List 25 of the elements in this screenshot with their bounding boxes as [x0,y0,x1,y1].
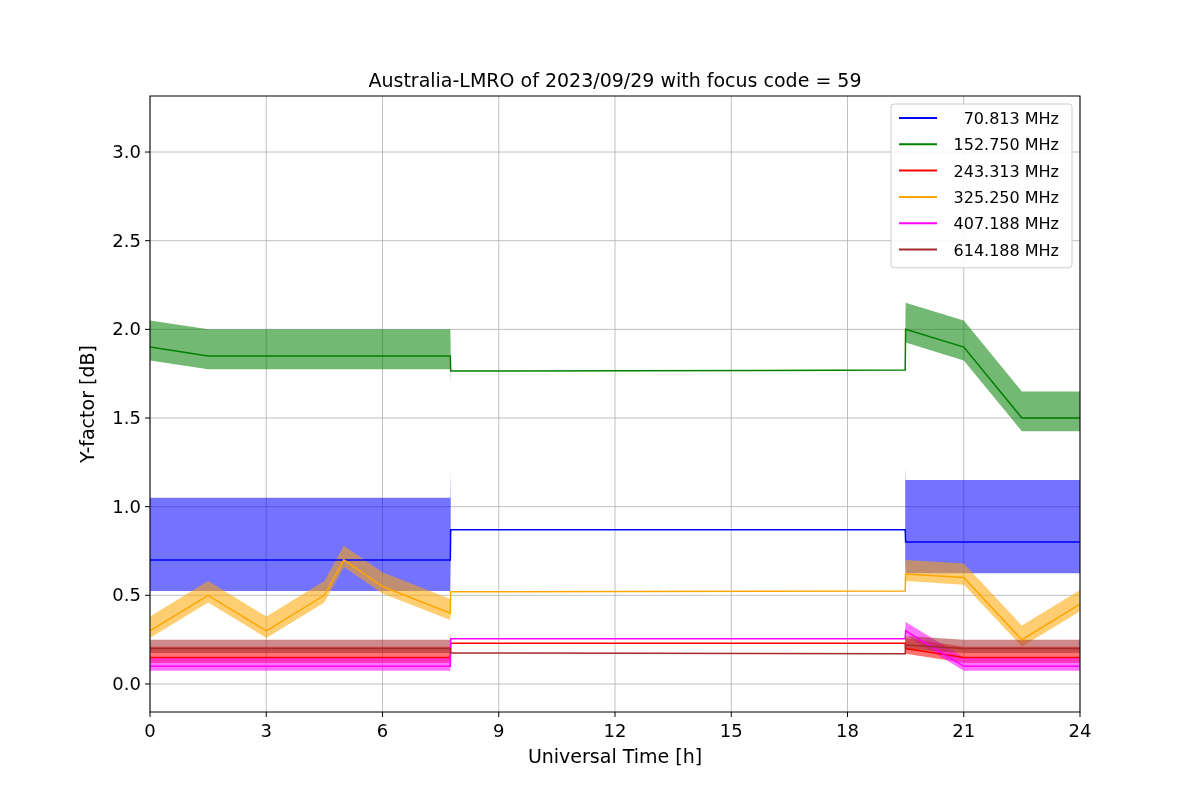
legend-label: 325.250 MHz [953,187,1059,207]
legend-label: 407.188 MHz [953,214,1059,234]
y-tick-label: 2.0 [112,318,141,340]
x-tick-label: 0 [144,720,156,741]
chart-title: Australia-LMRO of 2023/09/29 with focus code = 59 [368,69,862,91]
y-tick-label: 1.5 [112,407,141,428]
legend-label: 243.313 MHz [953,161,1059,181]
x-axis-label: Universal Time [h] [527,745,703,767]
y-axis-label: Y-factor [dB] [76,345,98,463]
legend-label: 614.188 MHz [953,240,1059,260]
legend-label: 70.813 MHz [963,109,1059,128]
y-tick-label: 0.5 [112,584,141,606]
x-tick-label: 24 [1068,720,1092,741]
x-tick-label: 18 [836,720,859,741]
y-tick-label: 0.0 [112,673,141,694]
y-tick-label: 2.5 [112,229,141,251]
x-tick-label: 9 [493,720,505,741]
x-tick-label: 12 [603,720,627,741]
y-tick-label: 3.0 [112,141,141,163]
legend-label: 152.750 MHz [953,135,1059,155]
x-tick-label: 3 [260,720,272,741]
x-tick-label: 6 [376,720,389,741]
x-tick-label: 15 [719,720,743,741]
x-tick-label: 21 [952,720,976,741]
y-tick-label: 1.0 [112,495,141,517]
